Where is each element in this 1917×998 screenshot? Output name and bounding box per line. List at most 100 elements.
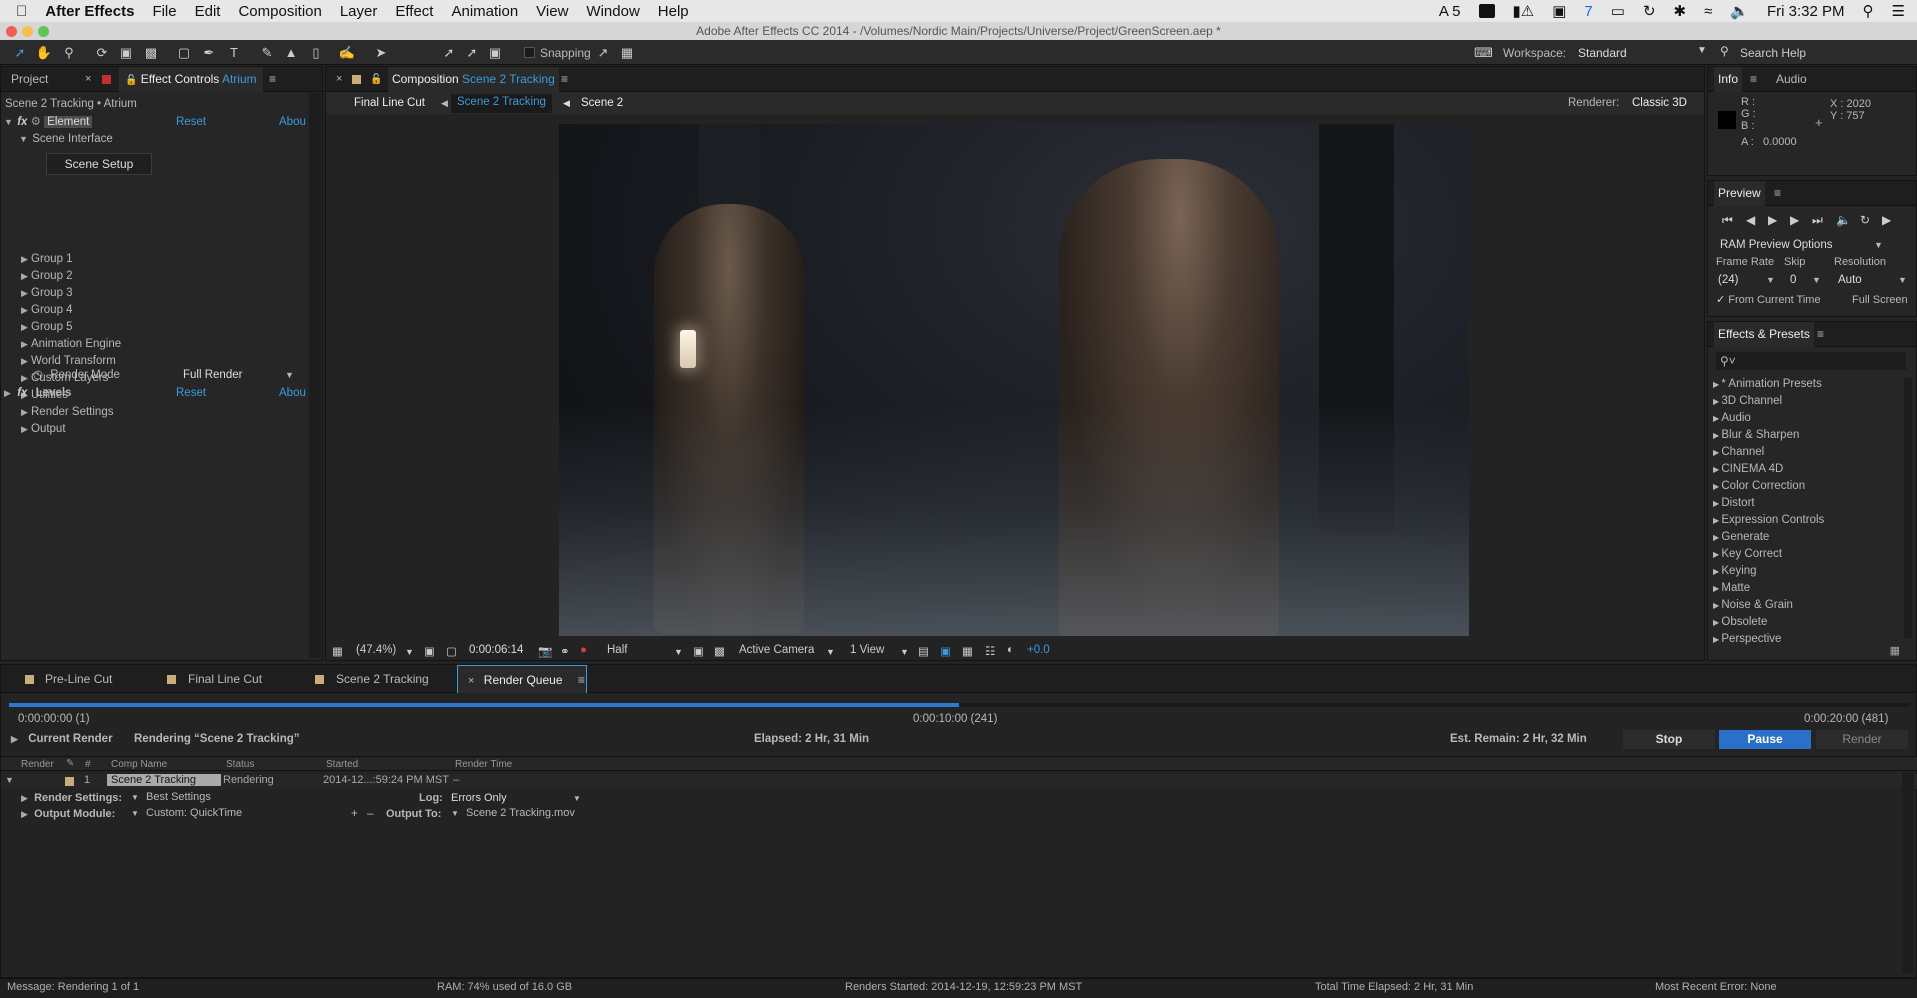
lock-icon[interactable]: 🔓 (125, 75, 137, 86)
eraser-tool-icon[interactable]: ▯ (307, 44, 325, 61)
effects-category-distort[interactable]: ▶ Distort (1713, 495, 1755, 512)
pause-button[interactable]: Pause (1719, 730, 1811, 749)
spotlight-search-icon[interactable]: ⚲ (1863, 2, 1874, 20)
effect-enable-icon[interactable]: ⚙ (31, 116, 41, 128)
effects-category-obsolete[interactable]: ▶ Obsolete (1713, 614, 1767, 631)
breadcrumb-scene-2-tracking[interactable]: Scene 2 Tracking (451, 94, 552, 113)
battery-warning-icon[interactable]: ▮⚠ (1513, 2, 1535, 20)
effects-category-matte[interactable]: ▶ Matte (1713, 580, 1750, 597)
view-axis-mode-icon[interactable]: ▣ (486, 44, 504, 61)
mask-visibility-icon[interactable]: ▢ (446, 644, 457, 658)
output-module-value[interactable]: Custom: QuickTime (146, 805, 242, 822)
notification-center-icon[interactable]: ☰ (1892, 2, 1905, 20)
fx-icon[interactable]: fx (17, 387, 27, 399)
menu-window[interactable]: Window (577, 3, 648, 20)
menu-composition[interactable]: Composition (229, 3, 330, 20)
search-help-input[interactable]: Search Help (1740, 46, 1806, 60)
chevron-down-icon[interactable]: ▼ (1697, 45, 1707, 56)
terminal-icon[interactable] (1478, 4, 1495, 18)
output-to-value[interactable]: Scene 2 Tracking.mov (466, 805, 575, 822)
snapping-feature-icon[interactable]: ▦ (618, 44, 636, 61)
panel-menu-icon[interactable]: ≡ (561, 67, 568, 92)
effects-category-generate[interactable]: ▶ Generate (1713, 529, 1769, 546)
rotate-tool-icon[interactable]: ⟳ (93, 44, 111, 61)
new-preset-icon[interactable]: ▦ (1890, 644, 1900, 657)
from-current-time-checkbox[interactable]: ✓ From Current Time (1716, 292, 1821, 309)
snapping-checkbox[interactable] (524, 47, 535, 58)
rectangle-tool-icon[interactable]: ▢ (175, 44, 193, 61)
chevron-down-icon[interactable]: ▼ (131, 805, 139, 822)
tab-final-line-cut[interactable]: Final Line Cut (188, 665, 262, 693)
expand-triangle-icon[interactable]: ▶ (21, 268, 31, 285)
tab-project[interactable]: Project (11, 67, 48, 92)
stopwatch-icon[interactable]: ◷ (33, 369, 43, 381)
col-number[interactable]: # (85, 759, 91, 770)
col-render-time[interactable]: Render Time (455, 759, 512, 770)
current-render-row[interactable]: ▶ Current Render (11, 731, 113, 748)
world-axis-mode-icon[interactable]: ➚ (463, 44, 481, 61)
tab-scene-2-tracking[interactable]: Scene 2 Tracking (336, 665, 429, 693)
pen-tool-icon[interactable]: ✒ (200, 44, 218, 61)
exposure-value[interactable]: +0.0 (1027, 644, 1050, 656)
next-frame-icon[interactable]: ▶ (1790, 213, 1799, 227)
cloud-status-icon[interactable]: 7 (1584, 3, 1592, 20)
render-mode-dropdown[interactable]: Full Render (183, 367, 242, 384)
stop-button[interactable]: Stop (1623, 730, 1715, 749)
effect-levels-reset-link[interactable]: Reset (176, 385, 206, 402)
audio-icon[interactable]: 🔈 (1836, 213, 1851, 227)
col-comp-name[interactable]: Comp Name (111, 759, 167, 770)
effect-levels-row[interactable]: ▶ fx Levels Reset Abou (1, 385, 306, 402)
effects-category-3d-channel[interactable]: ▶ 3D Channel (1713, 393, 1782, 410)
breadcrumb-scene-2[interactable]: Scene 2 (581, 95, 623, 112)
chevron-down-icon[interactable]: ▼ (900, 647, 909, 657)
renderer-value[interactable]: Classic 3D (1632, 95, 1687, 112)
effects-category-key-correct[interactable]: ▶ Key Correct (1713, 546, 1782, 563)
effect-group-group-1[interactable]: ▶ Group 1 (21, 251, 73, 268)
magnification-dropdown[interactable]: (47.4%) (356, 644, 396, 656)
region-of-interest-icon[interactable]: ▣ (693, 644, 704, 658)
panel-scrollbar[interactable] (1902, 773, 1914, 973)
menu-animation[interactable]: Animation (442, 3, 527, 20)
expand-triangle-icon[interactable]: ▶ (21, 353, 31, 370)
chevron-down-icon[interactable]: ▼ (826, 647, 835, 657)
expand-triangle-icon[interactable]: ▶ (21, 319, 31, 336)
expand-triangle-icon[interactable]: ▶ (21, 302, 31, 319)
panel-menu-icon[interactable]: ≡ (1817, 322, 1824, 347)
full-screen-checkbox[interactable]: Full Screen (1852, 292, 1908, 309)
menubar-clock[interactable]: Fri 3:32 PM (1767, 3, 1845, 20)
type-tool-icon[interactable]: T (225, 44, 243, 61)
expand-triangle-icon[interactable]: ▶ (21, 790, 31, 807)
first-frame-icon[interactable]: ⏮ (1722, 213, 1733, 228)
effects-category-cinema-4d[interactable]: ▶ CINEMA 4D (1713, 461, 1783, 478)
current-time-display[interactable]: 0:00:06:14 (469, 644, 523, 656)
tab-audio[interactable]: Audio (1776, 67, 1807, 92)
col-started[interactable]: Started (326, 759, 358, 770)
volume-icon[interactable]: 🔈 (1730, 2, 1749, 20)
col-render[interactable]: Render (21, 759, 54, 770)
expand-triangle-icon[interactable]: ▼ (4, 114, 14, 131)
menu-edit[interactable]: Edit (186, 3, 230, 20)
effects-category-noise-grain[interactable]: ▶ Noise & Grain (1713, 597, 1793, 614)
close-window-button[interactable] (6, 26, 17, 37)
time-machine-icon[interactable]: ↻ (1643, 2, 1656, 20)
panel-menu-icon[interactable]: ≡ (1750, 67, 1757, 92)
airplay-icon[interactable]: ▭ (1611, 2, 1625, 20)
tab-info[interactable]: Info (1714, 67, 1743, 92)
effects-category-channel[interactable]: ▶ Channel (1713, 444, 1764, 461)
chevron-down-icon[interactable]: ▼ (1898, 272, 1907, 289)
pan-behind-tool-icon[interactable]: ▩ (142, 44, 160, 61)
camera-tool-icon[interactable]: ▣ (117, 44, 135, 61)
brush-tool-icon[interactable]: ✎ (258, 44, 276, 61)
resolution-dropdown[interactable]: Auto (1838, 272, 1862, 289)
ram-preview-options-dropdown[interactable]: RAM Preview Options (1720, 237, 1832, 254)
tab-composition[interactable]: Composition Scene 2 Tracking (388, 67, 559, 92)
render-item-comp-name[interactable]: Scene 2 Tracking (107, 774, 221, 786)
reset-exposure-icon[interactable]: ◐ (1007, 644, 1014, 656)
expand-triangle-icon[interactable]: ▶ (11, 731, 21, 748)
effects-category-blur-sharpen[interactable]: ▶ Blur & Sharpen (1713, 427, 1799, 444)
safe-zones-icon[interactable]: ▣ (424, 644, 435, 658)
breadcrumb-final-line-cut[interactable]: Final Line Cut (354, 95, 425, 112)
expand-triangle-icon[interactable]: ▶ (21, 251, 31, 268)
menu-help[interactable]: Help (649, 3, 698, 20)
effect-element-reset-link[interactable]: Reset (176, 114, 206, 131)
